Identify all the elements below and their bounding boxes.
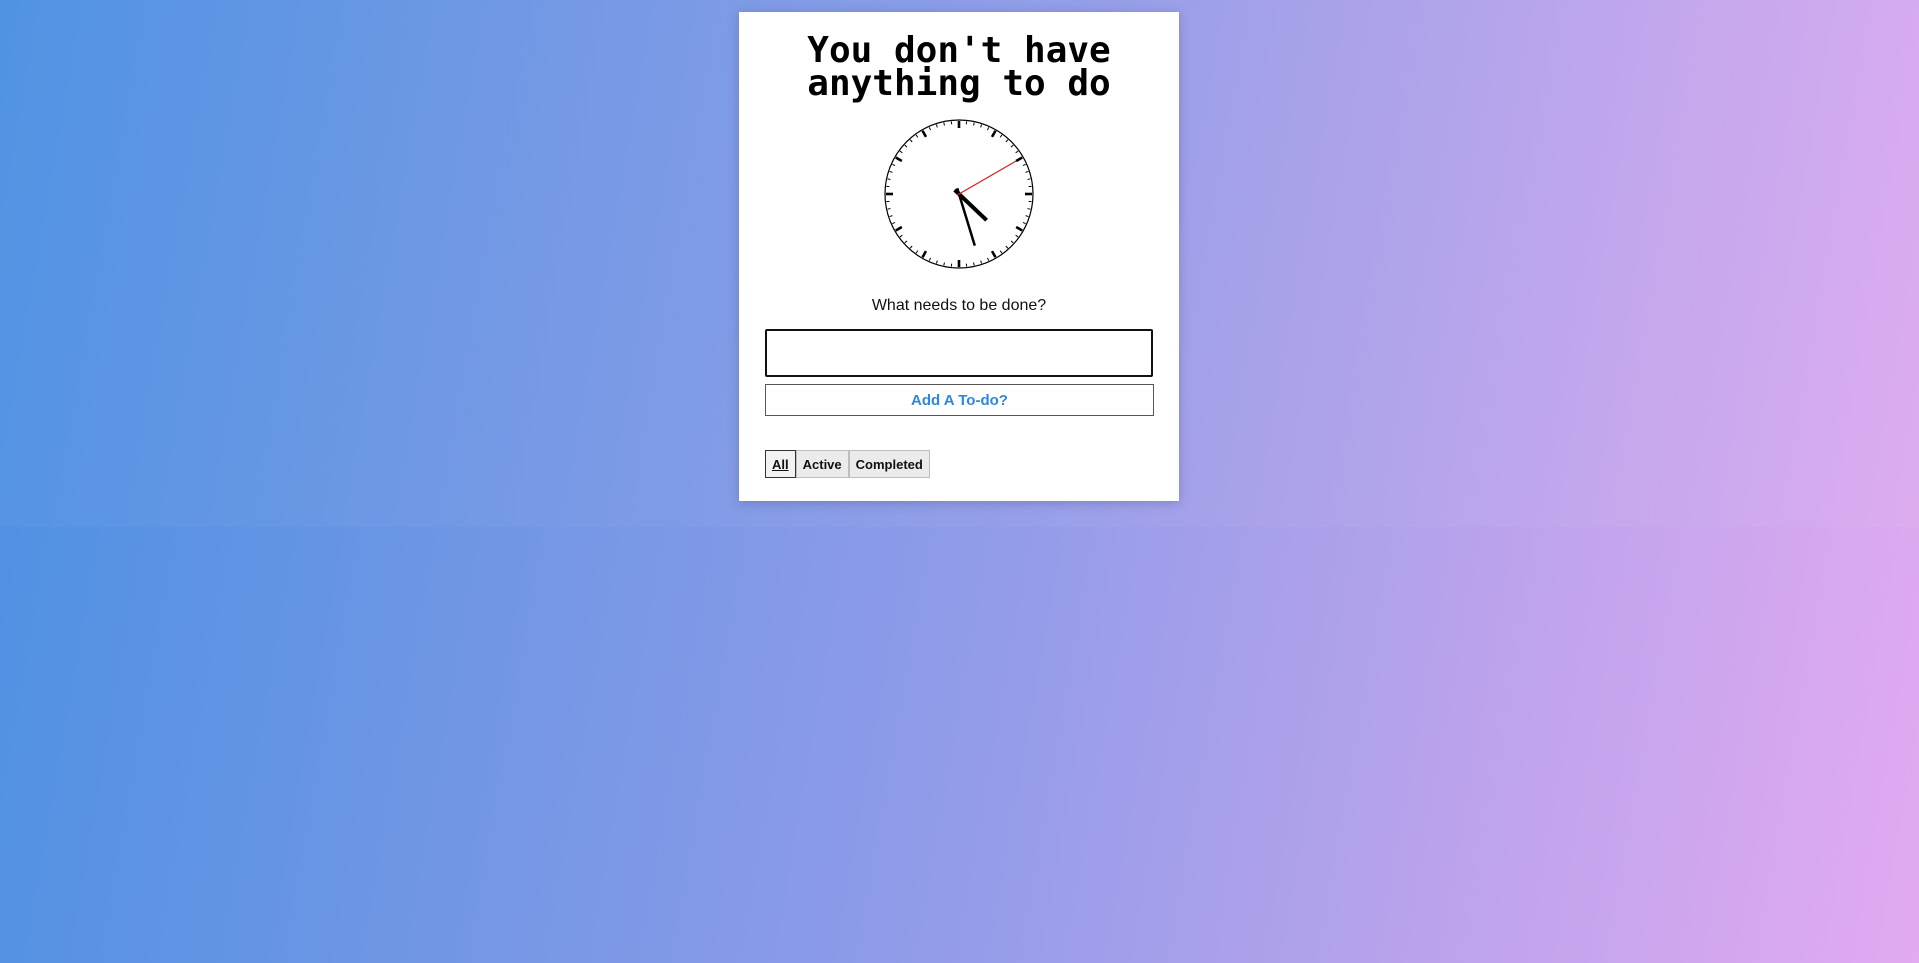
clock-minute-tick — [1027, 178, 1031, 180]
clock-minute-tick — [1027, 208, 1031, 210]
todo-prompt-label: What needs to be done? — [871, 297, 1047, 314]
analog-clock — [884, 119, 1034, 269]
filter-all-button[interactable]: All — [765, 450, 796, 478]
clock-minute-tick — [887, 178, 891, 180]
clock-minute-tick — [973, 262, 975, 266]
todo-card: You don't have anything to do What needs… — [739, 12, 1179, 501]
clock-minute-tick — [943, 122, 945, 126]
clock-minute-tick — [973, 122, 975, 126]
clock-minute-tick — [943, 262, 945, 266]
filter-completed-button[interactable]: Completed — [848, 450, 930, 478]
add-todo-button[interactable]: Add A To-do? — [765, 384, 1154, 416]
clock-minute-tick — [887, 208, 891, 210]
todo-input[interactable] — [765, 329, 1153, 377]
filter-active-button[interactable]: Active — [795, 450, 849, 478]
filter-bar: All Active Completed — [765, 450, 930, 478]
page-title: You don't have anything to do — [807, 30, 1111, 104]
